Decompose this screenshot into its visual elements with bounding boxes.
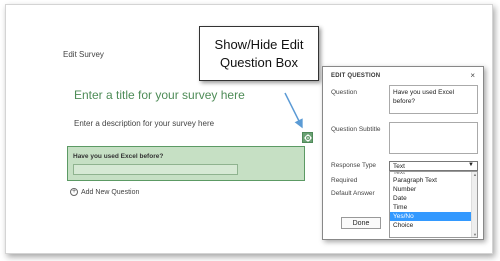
dropdown-scrollbar[interactable]: ▲ ▼ <box>471 172 477 237</box>
scroll-up-icon[interactable]: ▲ <box>472 172 477 177</box>
subtitle-label: Question Subtitle <box>331 126 381 133</box>
required-label: Required <box>331 177 358 184</box>
question-label: Question <box>331 89 358 96</box>
option-time[interactable]: Time <box>390 203 471 212</box>
subtitle-textarea[interactable] <box>389 122 478 154</box>
option-paragraph-text[interactable]: Paragraph Text <box>390 176 471 185</box>
question-textarea[interactable]: Have you used Excel before? <box>389 85 478 114</box>
option-date[interactable]: Date <box>390 194 471 203</box>
chevron-down-icon: ▼ <box>468 162 474 168</box>
survey-editor-window: Edit Survey Enter a title for your surve… <box>5 4 493 254</box>
edit-question-panel: EDIT QUESTION × Question Have you used E… <box>322 66 484 240</box>
scroll-down-icon[interactable]: ▼ <box>472 232 477 237</box>
option-choice[interactable]: Choice <box>390 221 471 230</box>
response-type-options[interactable]: Text Paragraph Text Number Date Time Yes… <box>389 171 478 238</box>
panel-title: EDIT QUESTION <box>331 73 381 79</box>
close-icon[interactable]: × <box>470 71 475 80</box>
done-button[interactable]: Done <box>341 217 381 229</box>
default-answer-label: Default Answer <box>331 190 375 197</box>
response-type-value: Text <box>393 163 405 170</box>
option-yes-no[interactable]: Yes/No <box>390 212 471 221</box>
response-type-select[interactable]: Text ▼ <box>389 161 478 171</box>
response-type-label: Response Type <box>331 162 377 169</box>
option-number[interactable]: Number <box>390 185 471 194</box>
